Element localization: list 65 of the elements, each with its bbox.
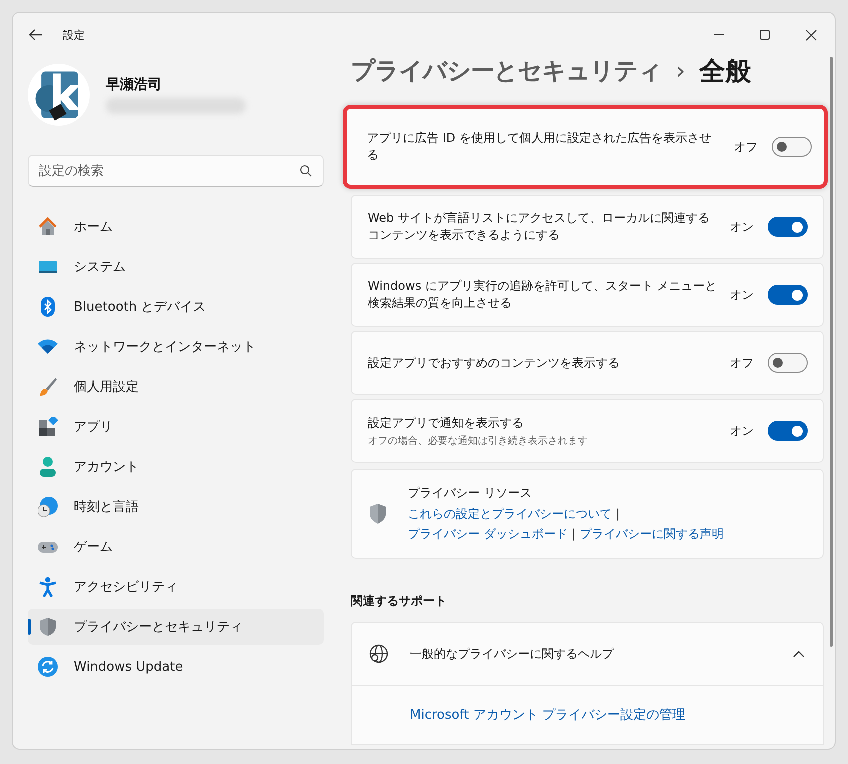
sidebar-item[interactable]: アカウント <box>28 449 324 485</box>
toggle-state-label: オフ <box>730 354 755 372</box>
sidebar-item[interactable]: ネットワークとインターネット <box>28 329 324 365</box>
minimize-icon[interactable] <box>714 34 724 36</box>
sidebar-item[interactable]: ゲーム <box>28 529 324 565</box>
setting-label: 設定アプリで通知を表示する <box>368 414 525 432</box>
shield-icon <box>38 617 58 637</box>
toggle-switch[interactable] <box>768 353 808 373</box>
toggle-state-label: オン <box>730 218 755 236</box>
search-icon[interactable] <box>300 165 312 177</box>
privacy-link[interactable]: プライバシー ダッシュボード <box>408 526 568 540</box>
sidebar-item[interactable]: アクセシビリティ <box>28 569 324 605</box>
setting-label: 設定アプリでおすすめのコンテンツを表示する <box>368 354 621 372</box>
link-separator: | <box>616 506 620 520</box>
window-title: 設定 <box>63 28 85 42</box>
avatar-icon <box>28 64 90 126</box>
sync-arrows-icon <box>38 657 58 677</box>
shield-icon <box>368 503 388 525</box>
setting-label: Web サイトが言語リストにアクセスして、ローカルに関連するコンテンツを表示できるようにする <box>368 210 711 244</box>
toggle-switch[interactable] <box>768 421 808 441</box>
globe-clock-icon <box>38 497 58 517</box>
setting-label: アプリに広告 ID を使用して個人用に設定された広告を表示させる <box>367 130 712 164</box>
breadcrumb-link[interactable]: プライバシーとセキュリティ <box>351 55 662 87</box>
house-icon <box>38 217 58 237</box>
sidebar-item[interactable]: 時刻と言語 <box>28 489 324 525</box>
paintbrush-icon <box>38 377 58 397</box>
link-separator: | <box>572 526 576 540</box>
section-heading: 関連するサポート <box>351 593 448 610</box>
sidebar-item[interactable]: 個人用設定 <box>28 369 324 405</box>
person-icon <box>38 457 58 477</box>
help-link[interactable]: Microsoft アカウント プライバシー設定の管理 <box>410 708 686 723</box>
toggle-switch[interactable] <box>768 285 808 305</box>
privacy-link[interactable]: これらの設定とプライバシーについて <box>408 506 612 520</box>
resources-title: プライバシー リソース <box>408 484 533 502</box>
sidebar-item[interactable]: システム <box>28 249 324 285</box>
chevron-icon <box>793 650 805 658</box>
scrollbar[interactable] <box>830 57 833 647</box>
apps-icon <box>38 417 58 437</box>
sidebar-item[interactable]: Bluetooth とデバイス <box>28 289 324 325</box>
toggle-state-label: オン <box>730 422 755 440</box>
toggle-switch[interactable] <box>772 137 812 157</box>
close-icon[interactable] <box>806 30 817 40</box>
wifi-icon <box>38 337 58 357</box>
sidebar-item[interactable]: Windows Update <box>28 649 324 685</box>
toggle-switch[interactable] <box>768 217 808 237</box>
help-title: 一般的なプライバシーに関するヘルプ <box>410 646 616 662</box>
accessibility-person-icon <box>38 577 58 597</box>
sidebar-item[interactable]: ホーム <box>28 209 324 245</box>
globe-search-icon <box>369 644 389 664</box>
privacy-link[interactable]: プライバシーに関する声明 <box>580 526 724 540</box>
toggle-state-label: オフ <box>734 138 759 156</box>
toggle-state-label: オン <box>730 286 755 304</box>
sidebar-item[interactable]: アプリ <box>28 409 324 445</box>
back-arrow-icon[interactable] <box>29 29 43 41</box>
page-title: 全般 <box>700 56 752 88</box>
bluetooth-icon <box>38 297 58 317</box>
search-field[interactable]: 設定の検索 <box>28 155 324 187</box>
help-expander[interactable]: 一般的なプライバシーに関するヘルプ <box>352 623 823 686</box>
setting-description: オフの場合、必要な通知は引き続き表示されます <box>368 434 589 448</box>
sidebar-item[interactable]: プライバシーとセキュリティ <box>28 609 324 645</box>
setting-label: Windows にアプリ実行の追跡を許可して、スタート メニューと検索結果の質を向上させる <box>368 278 718 312</box>
breadcrumb-separator: › <box>676 57 686 85</box>
selection-indicator <box>28 619 31 635</box>
maximize-icon[interactable] <box>760 30 770 40</box>
user-name: 早瀬浩司 <box>106 76 163 94</box>
